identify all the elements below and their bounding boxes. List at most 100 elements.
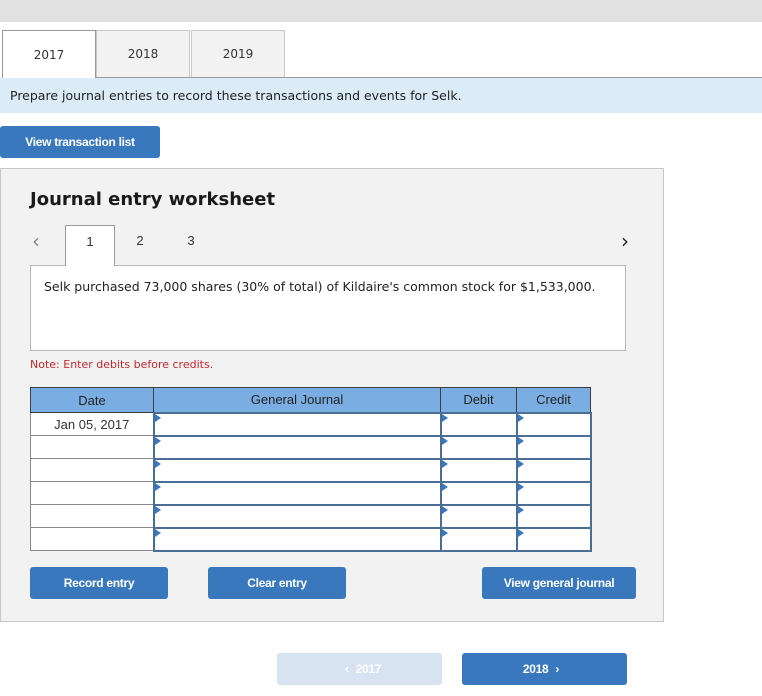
table-row — [30, 526, 592, 552]
credit-cell — [515, 411, 592, 437]
date-cell — [30, 504, 154, 528]
chevron-right-icon[interactable]: › — [621, 229, 629, 253]
account-cell — [152, 411, 442, 437]
page-number: 1 — [86, 233, 94, 249]
tab-label: 2017 — [33, 48, 65, 62]
header-date: Date — [30, 387, 154, 413]
credit-input[interactable] — [517, 528, 590, 550]
account-cell — [152, 503, 442, 529]
dropdown-marker-icon — [441, 413, 448, 422]
dropdown-marker-icon — [154, 505, 161, 514]
dropdown-marker-icon — [154, 528, 161, 537]
previous-year-button[interactable]: ‹ 2017 — [277, 653, 442, 685]
dropdown-marker-icon — [517, 459, 524, 468]
page-number: 3 — [187, 233, 195, 248]
debit-cell — [439, 503, 518, 529]
account-input[interactable] — [154, 413, 440, 435]
dropdown-marker-icon — [517, 505, 524, 514]
date-cell — [30, 481, 154, 505]
credit-input[interactable] — [517, 459, 590, 481]
account-input[interactable] — [154, 528, 440, 550]
instruction-banner: Prepare journal entries to record these … — [0, 78, 762, 113]
journal-table: Date General Journal Debit Credit Jan 05… — [30, 387, 592, 552]
worksheet-title: Journal entry worksheet — [30, 189, 276, 210]
next-year-label: 2018 — [522, 662, 549, 676]
dropdown-marker-icon — [441, 436, 448, 445]
dropdown-marker-icon — [517, 436, 524, 445]
table-row — [30, 503, 592, 529]
tab-label: 2019 — [222, 47, 254, 61]
debit-cell — [439, 480, 518, 506]
dropdown-marker-icon — [517, 482, 524, 491]
table-row: Jan 05, 2017 — [30, 411, 592, 437]
tab-label: 2018 — [127, 47, 159, 61]
dropdown-marker-icon — [154, 413, 161, 422]
debit-cell — [439, 434, 518, 460]
chevron-right-icon: › — [555, 662, 560, 676]
dropdown-marker-icon — [441, 505, 448, 514]
credit-cell — [515, 503, 592, 529]
clear-entry-button[interactable]: Clear entry — [208, 567, 346, 599]
debit-input[interactable] — [441, 413, 516, 435]
dropdown-marker-icon — [441, 528, 448, 537]
view-transaction-list-button[interactable]: View transaction list — [0, 126, 160, 158]
account-input[interactable] — [154, 459, 440, 481]
date-cell — [30, 458, 154, 482]
journal-body: Jan 05, 2017 — [30, 411, 592, 552]
credit-input[interactable] — [517, 505, 590, 527]
debit-cell — [439, 457, 518, 483]
date-cell — [30, 527, 154, 551]
account-cell — [152, 526, 442, 552]
page-tab-3[interactable]: 3 — [166, 225, 216, 266]
account-input[interactable] — [154, 505, 440, 527]
credit-cell — [515, 480, 592, 506]
dropdown-marker-icon — [154, 436, 161, 445]
journal-entry-worksheet: Journal entry worksheet ‹ 1 2 3 › Selk p… — [0, 168, 664, 622]
debit-input[interactable] — [441, 459, 516, 481]
table-row — [30, 457, 592, 483]
account-cell — [152, 480, 442, 506]
top-bar — [0, 0, 762, 22]
next-year-button[interactable]: 2018 › — [462, 653, 627, 685]
debit-input[interactable] — [441, 436, 516, 458]
prev-year-label: 2017 — [355, 662, 382, 676]
dropdown-marker-icon — [517, 413, 524, 422]
page-tab-2[interactable]: 2 — [115, 225, 165, 266]
credit-input[interactable] — [517, 482, 590, 504]
account-input[interactable] — [154, 482, 440, 504]
account-input[interactable] — [154, 436, 440, 458]
debit-cell — [439, 411, 518, 437]
debit-input[interactable] — [441, 482, 516, 504]
dropdown-marker-icon — [441, 482, 448, 491]
debit-credit-note: Note: Enter debits before credits. — [30, 358, 214, 371]
credit-input[interactable] — [517, 436, 590, 458]
header-credit: Credit — [516, 387, 591, 413]
debit-input[interactable] — [441, 505, 516, 527]
credit-cell — [515, 434, 592, 460]
tab-2018[interactable]: 2018 — [96, 30, 190, 78]
credit-input[interactable] — [517, 413, 590, 435]
chevron-left-icon[interactable]: ‹ — [32, 229, 40, 253]
debit-input[interactable] — [441, 528, 516, 550]
debit-cell — [439, 526, 518, 552]
credit-cell — [515, 457, 592, 483]
header-general-journal: General Journal — [153, 387, 441, 413]
page-tab-1[interactable]: 1 — [65, 225, 115, 266]
header-debit: Debit — [440, 387, 517, 413]
dropdown-marker-icon — [441, 459, 448, 468]
account-cell — [152, 434, 442, 460]
table-row — [30, 480, 592, 506]
dropdown-marker-icon — [154, 482, 161, 491]
account-cell — [152, 457, 442, 483]
tab-2019[interactable]: 2019 — [191, 30, 285, 78]
page-number: 2 — [136, 233, 144, 248]
date-cell — [30, 435, 154, 459]
dropdown-marker-icon — [154, 459, 161, 468]
dropdown-marker-icon — [517, 528, 524, 537]
tab-2017[interactable]: 2017 — [2, 30, 96, 79]
record-entry-button[interactable]: Record entry — [30, 567, 168, 599]
credit-cell — [515, 526, 592, 552]
chevron-left-icon: ‹ — [344, 662, 349, 676]
view-general-journal-button[interactable]: View general journal — [482, 567, 636, 599]
date-cell: Jan 05, 2017 — [30, 412, 154, 436]
